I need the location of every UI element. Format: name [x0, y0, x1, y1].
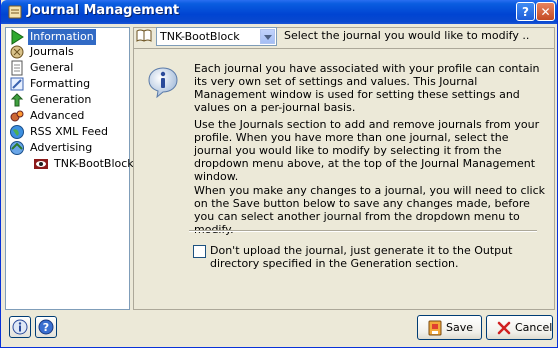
dropdown-arrow-button[interactable] [260, 29, 275, 44]
tree-item-label: Advanced [30, 109, 85, 122]
chevron-down-icon [264, 35, 272, 40]
about-button[interactable] [9, 316, 31, 338]
tree-item-label: RSS XML Feed [30, 125, 108, 138]
journal-management-window: Journal Management ? ✕ Information Journ… [0, 0, 558, 348]
info-small-icon [12, 319, 28, 335]
tree-item-label: Advertising [30, 141, 93, 154]
journal-select-hint: Select the journal you would like to mod… [284, 29, 530, 42]
tree-item-label: Information [28, 29, 96, 45]
info-paragraph-2: Use the Journals section to add and remo… [194, 118, 540, 183]
dont-upload-label[interactable]: Don't upload the journal, just generate … [210, 244, 530, 270]
help-button[interactable]: ? [35, 316, 57, 338]
close-icon [497, 321, 511, 335]
cancel-label: Cancel [515, 321, 553, 334]
open-book-icon [136, 29, 152, 42]
globe-icon [10, 125, 24, 139]
tree-item-label: TNK-BootBlock [54, 157, 134, 170]
journals-icon [10, 45, 24, 59]
info-paragraph-3: When you make any changes to a journal, … [194, 184, 546, 236]
option-divider [189, 230, 537, 232]
tree-item-label: Generation [30, 93, 92, 106]
document-icon [11, 60, 23, 76]
advertising-icon [10, 141, 24, 155]
save-label: Save [446, 321, 474, 334]
help-icon: ? [38, 319, 54, 335]
title-close-button[interactable]: ✕ [536, 2, 555, 21]
svg-text:?: ? [43, 321, 49, 334]
title-bar[interactable]: Journal Management ? ✕ [1, 0, 557, 24]
section-tree[interactable]: Information Journals General Formatting … [5, 27, 134, 310]
journal-dropdown-value: TNK-BootBlock [160, 30, 240, 43]
journal-dropdown[interactable]: TNK-BootBlock [156, 27, 277, 46]
green-arrow-icon [11, 29, 24, 45]
tree-item-label: General [30, 61, 74, 74]
generation-icon [10, 93, 24, 107]
cancel-button[interactable]: Cancel [486, 315, 553, 340]
info-paragraph-1: Each journal you have associated with yo… [194, 62, 540, 114]
save-icon [428, 320, 442, 336]
dont-upload-checkbox[interactable] [193, 245, 206, 258]
advanced-icon [10, 110, 24, 122]
eye-icon [34, 159, 48, 169]
formatting-icon [10, 77, 24, 91]
tree-item-label: Formatting [30, 77, 91, 90]
info-icon [148, 67, 178, 98]
journal-app-icon [8, 5, 22, 19]
title-help-button[interactable]: ? [516, 2, 535, 21]
window-title: Journal Management [27, 3, 180, 18]
save-button[interactable]: Save [417, 315, 482, 340]
header-divider [134, 48, 554, 49]
tree-item-label: Journals [30, 45, 74, 58]
